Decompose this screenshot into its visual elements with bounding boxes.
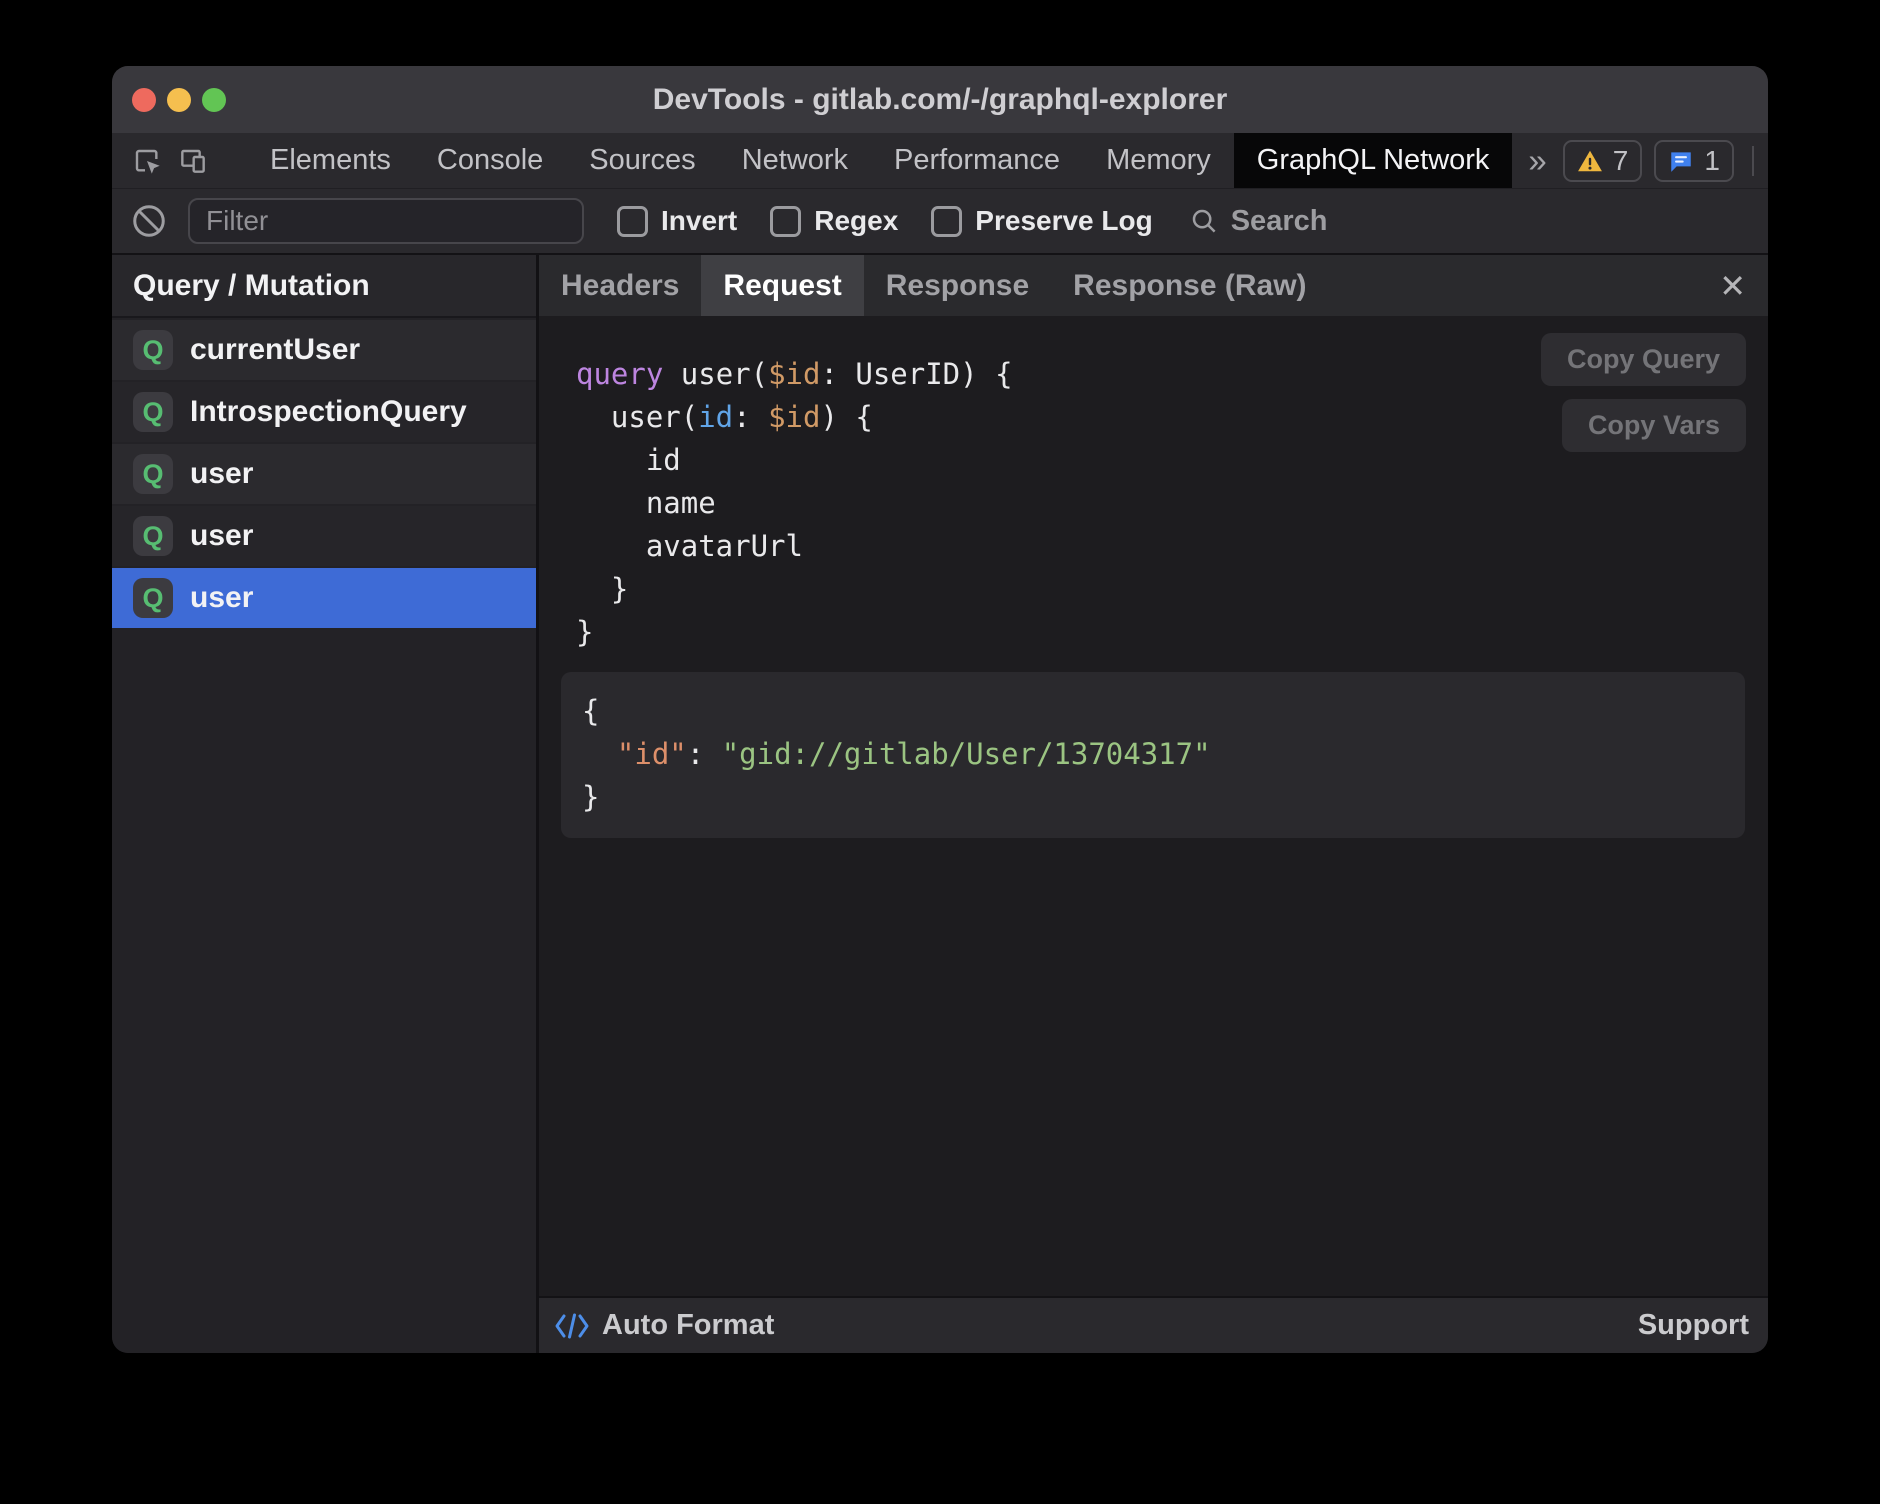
request-row-user-selected[interactable]: Q user bbox=[112, 568, 536, 628]
copy-vars-button[interactable]: Copy Vars bbox=[1562, 399, 1746, 452]
clear-requests-icon[interactable] bbox=[131, 203, 167, 239]
request-row-label: user bbox=[190, 457, 253, 491]
auto-format-button[interactable]: Auto Format bbox=[554, 1309, 774, 1342]
device-toolbar-icon[interactable] bbox=[177, 144, 209, 178]
preserve-log-checkbox-label: Preserve Log bbox=[975, 205, 1152, 237]
warning-count: 7 bbox=[1613, 145, 1629, 177]
toolbar-divider-2 bbox=[1752, 146, 1754, 176]
close-icon[interactable]: ✕ bbox=[1719, 270, 1746, 302]
request-row-label: currentUser bbox=[190, 333, 360, 367]
filter-bar: Invert Regex Preserve Log Search bbox=[112, 189, 1768, 255]
fullscreen-window-button[interactable] bbox=[202, 88, 226, 112]
devtools-tabs: Elements Console Sources Network Perform… bbox=[247, 133, 1563, 188]
code-brackets-icon bbox=[554, 1311, 590, 1341]
toolbar-right-group: 7 1 ⚙ bbox=[1563, 140, 1768, 182]
copy-query-button[interactable]: Copy Query bbox=[1541, 333, 1746, 386]
query-type-icon: Q bbox=[133, 454, 173, 494]
query-type-icon: Q bbox=[133, 330, 173, 370]
tab-memory[interactable]: Memory bbox=[1083, 133, 1234, 188]
main-area: Query / Mutation Q currentUser Q Introsp… bbox=[112, 255, 1768, 1353]
tab-headers[interactable]: Headers bbox=[539, 255, 701, 316]
window-title: DevTools - gitlab.com/-/graphql-explorer bbox=[112, 83, 1768, 117]
close-window-button[interactable] bbox=[132, 88, 156, 112]
copy-buttons: Copy Query Copy Vars bbox=[1541, 333, 1746, 452]
devtools-window: DevTools - gitlab.com/-/graphql-explorer… bbox=[112, 66, 1768, 1353]
invert-checkbox-box[interactable] bbox=[617, 206, 648, 237]
auto-format-label: Auto Format bbox=[602, 1309, 774, 1342]
request-row-introspectionquery[interactable]: Q IntrospectionQuery bbox=[112, 382, 536, 442]
query-type-icon: Q bbox=[133, 392, 173, 432]
tab-network[interactable]: Network bbox=[719, 133, 871, 188]
tab-response-raw[interactable]: Response (Raw) bbox=[1051, 255, 1328, 316]
tab-sources[interactable]: Sources bbox=[566, 133, 718, 188]
search-control[interactable]: Search bbox=[1189, 205, 1328, 238]
titlebar: DevTools - gitlab.com/-/graphql-explorer bbox=[112, 66, 1768, 133]
invert-checkbox[interactable]: Invert bbox=[617, 205, 737, 237]
warnings-badge[interactable]: 7 bbox=[1563, 140, 1643, 182]
regex-checkbox-label: Regex bbox=[814, 205, 898, 237]
request-list: Q currentUser Q IntrospectionQuery Q use… bbox=[112, 318, 536, 630]
request-row-label: IntrospectionQuery bbox=[190, 395, 467, 429]
search-label: Search bbox=[1231, 205, 1328, 238]
variables-json-code: { "id": "gid://gitlab/User/13704317"} bbox=[582, 690, 1745, 819]
tab-request[interactable]: Request bbox=[701, 255, 863, 316]
tab-performance[interactable]: Performance bbox=[871, 133, 1083, 188]
request-row-user-1[interactable]: Q user bbox=[112, 444, 536, 504]
tab-graphql-network[interactable]: GraphQL Network bbox=[1234, 133, 1513, 188]
more-tabs-chevron-icon[interactable]: » bbox=[1512, 133, 1562, 188]
settings-gear-icon[interactable]: ⚙ bbox=[1766, 142, 1768, 180]
inspect-element-icon[interactable] bbox=[131, 144, 163, 178]
request-row-currentuser[interactable]: Q currentUser bbox=[112, 320, 536, 380]
detail-tabs: Headers Request Response Response (Raw) … bbox=[539, 255, 1768, 316]
tab-elements[interactable]: Elements bbox=[247, 133, 414, 188]
variables-box: { "id": "gid://gitlab/User/13704317"} bbox=[561, 672, 1745, 838]
regex-checkbox[interactable]: Regex bbox=[770, 205, 898, 237]
detail-footer: Auto Format Support bbox=[539, 1296, 1768, 1353]
graphql-query-code: query user($id: UserID) { user(id: $id) … bbox=[576, 353, 1013, 654]
request-list-header: Query / Mutation bbox=[112, 255, 536, 318]
issues-badge[interactable]: 1 bbox=[1654, 140, 1734, 182]
traffic-lights bbox=[132, 66, 226, 133]
issue-count: 1 bbox=[1704, 145, 1720, 177]
devtools-toolbar: Elements Console Sources Network Perform… bbox=[112, 133, 1768, 189]
support-link[interactable]: Support bbox=[1638, 1309, 1753, 1342]
tab-response[interactable]: Response bbox=[864, 255, 1051, 316]
request-content: query user($id: UserID) { user(id: $id) … bbox=[539, 316, 1768, 1296]
minimize-window-button[interactable] bbox=[167, 88, 191, 112]
regex-checkbox-box[interactable] bbox=[770, 206, 801, 237]
request-row-label: user bbox=[190, 519, 253, 553]
tab-console[interactable]: Console bbox=[414, 133, 566, 188]
search-icon bbox=[1189, 206, 1219, 236]
query-type-icon: Q bbox=[133, 578, 173, 618]
request-list-panel: Query / Mutation Q currentUser Q Introsp… bbox=[112, 255, 536, 1353]
warning-icon bbox=[1577, 149, 1603, 173]
invert-checkbox-label: Invert bbox=[661, 205, 737, 237]
preserve-log-checkbox-box[interactable] bbox=[931, 206, 962, 237]
issue-message-icon bbox=[1668, 148, 1694, 174]
request-detail-panel: Headers Request Response Response (Raw) … bbox=[539, 255, 1768, 1353]
request-row-user-2[interactable]: Q user bbox=[112, 506, 536, 566]
request-row-label: user bbox=[190, 581, 253, 615]
query-type-icon: Q bbox=[133, 516, 173, 556]
filter-input[interactable] bbox=[188, 198, 584, 244]
preserve-log-checkbox[interactable]: Preserve Log bbox=[931, 205, 1152, 237]
